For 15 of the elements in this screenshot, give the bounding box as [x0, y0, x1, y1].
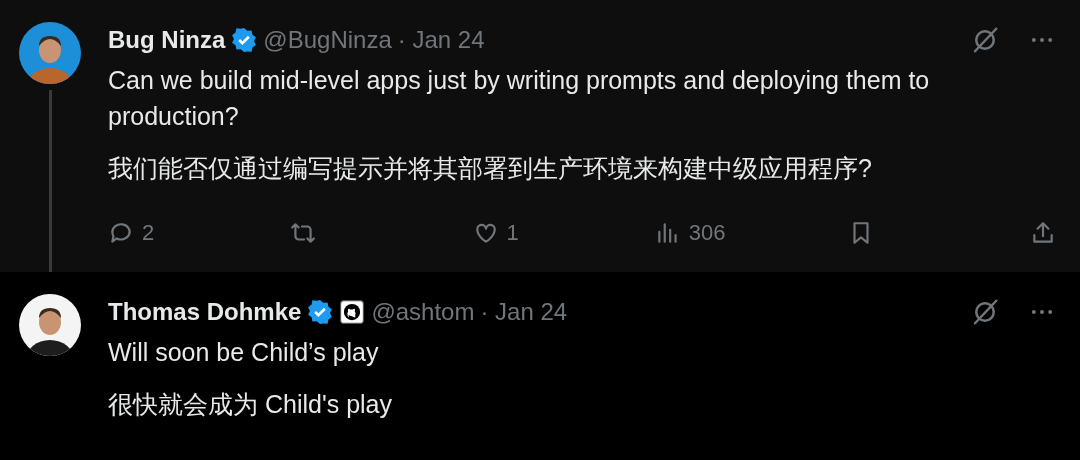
post-date[interactable]: · Jan 24 — [397, 26, 485, 54]
user-handle[interactable]: @ashtom — [371, 298, 475, 326]
repost-icon[interactable] — [290, 220, 317, 246]
post-text: Will soon be Child’s play — [108, 337, 380, 368]
post-text: Can we build mid-level apps just by writing prompts and deploying them to production? — [108, 65, 931, 132]
action-count: 2 — [142, 220, 155, 246]
user-handle[interactable]: @BugNinza — [263, 26, 392, 54]
display-name[interactable]: Bug Ninza — [108, 26, 226, 54]
post-text: 很快就会成为 Child's play — [108, 389, 393, 420]
post-text: 我们能否仅通过编写提示并将其部署到生产环境来构建中级应用程序? — [108, 153, 873, 184]
action-count: 306 — [688, 220, 726, 246]
display-name[interactable]: Thomas Dohmke — [108, 298, 302, 326]
action-count: 1 — [506, 220, 519, 246]
post-date[interactable]: · Jan 24 — [480, 298, 568, 326]
reply-icon[interactable] — [108, 220, 134, 246]
